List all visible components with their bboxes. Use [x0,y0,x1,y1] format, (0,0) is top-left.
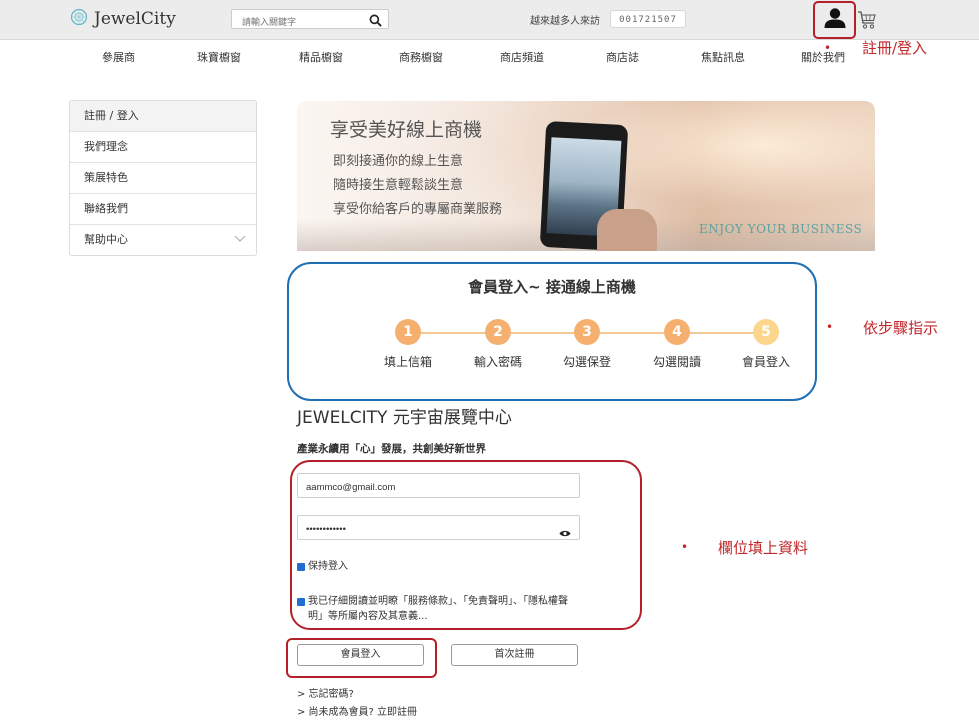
nav-business-window[interactable]: 商務櫥窗 [399,49,443,65]
password-input[interactable] [304,518,548,540]
annotation-fill-fields: 欄位填上資料 [718,539,809,557]
keep-login-label: 保持登入 [308,561,348,572]
annotation-step-guide: 依步驟指示 [863,319,939,337]
sidebar-item-label: 幫助中心 [84,233,128,246]
cart-icon[interactable] [857,8,877,34]
password-field[interactable] [297,515,580,540]
forgot-password-link[interactable]: > 忘記密碼? [297,685,354,700]
member-login-button[interactable]: 會員登入 [297,644,424,666]
terms-checkbox[interactable]: 我已仔細閱讀並明瞭「服務條款」、「免責聲明」、「隱私權聲明」等所屬內容及其意義.… [297,594,582,624]
first-register-button[interactable]: 首次註冊 [451,644,578,666]
banner-line-1: 即刻接通你的線上生意 [333,154,464,169]
banner-line-2: 隨時接生意輕鬆談生意 [333,178,464,193]
chevron-down-icon [234,225,246,255]
sidebar-item-label: 策展特色 [84,171,128,184]
sidebar-item-label: 我們理念 [84,140,128,153]
step-2-badge: 2 [485,319,511,345]
step-3-badge: 3 [574,319,600,345]
sidebar-item-contact[interactable]: 聯絡我們 [70,194,256,225]
jewel-logo-icon [70,8,88,30]
sidebar-item-register-login[interactable]: 註冊 / 登入 [70,101,256,132]
checkbox-checked-icon[interactable] [297,598,305,606]
login-steps-panel: 會員登入~ 接通線上商機 1 2 3 4 5 填上信箱 輸入密碼 勾選保登 勾選… [287,262,817,401]
sidebar-item-philosophy[interactable]: 我們理念 [70,132,256,163]
step-1-label: 填上信箱 [383,355,432,369]
banner-line-3: 享受你給客戶的專屬商業服務 [333,202,503,217]
form-slogan: 產業永續用「心」發展，共創美好新世界 [297,443,486,455]
step-5-label: 會員登入 [741,355,790,369]
annotation-bullet: • [681,540,689,554]
search-icon[interactable] [369,12,382,31]
nav-jewelry-window[interactable]: 珠寶櫥窗 [197,49,241,65]
steps-title: 會員登入~ 接通線上商機 [468,278,636,296]
form-heading: JEWELCITY 元宇宙展覽中心 [297,408,512,428]
step-5-badge: 5 [753,319,779,345]
sidebar-item-label: 註冊 / 登入 [84,109,139,122]
nav-about-us[interactable]: 關於我們 [801,49,845,65]
email-field[interactable] [297,473,580,498]
step-2-label: 輸入密碼 [473,355,522,369]
terms-label: 我已仔細閱讀並明瞭「服務條款」、「免責聲明」、「隱私權聲明」等所屬內容及其意義.… [308,596,568,622]
banner-tagline: ENJOY YOUR BUSINESS [699,222,863,236]
step-1-badge: 1 [395,319,421,345]
promo-banner: 享受美好線上商機 即刻接通你的線上生意 隨時接生意輕鬆談生意 享受你給客戶的專屬… [297,101,875,251]
logo-text: JewelCity [94,9,176,29]
nav-exhibitors[interactable]: 參展商 [102,49,135,65]
hand-image [597,209,657,251]
nav-store-journal[interactable]: 商店誌 [606,49,639,65]
keep-login-checkbox[interactable]: 保持登入 [297,559,348,574]
sidebar-item-features[interactable]: 策展特色 [70,163,256,194]
register-now-link[interactable]: > 尚未成為會員? 立即註冊 [297,703,417,718]
step-3-label: 勾選保登 [562,355,611,369]
user-icon [823,7,847,33]
annotation-bullet: • [826,320,834,334]
search-input[interactable] [240,13,364,31]
visitors-label: 越來越多人來訪 [530,16,600,27]
nav-news[interactable]: 焦點訊息 [701,49,745,65]
banner-title: 享受美好線上商機 [330,119,483,141]
step-4-label: 勾選閱讀 [652,355,701,369]
show-password-eye-icon[interactable] [559,523,571,542]
search-box[interactable] [231,9,389,31]
nav-boutique-window[interactable]: 精品櫥窗 [299,49,343,65]
visitor-counter: 001721507 [610,10,686,28]
sidebar-item-label: 聯絡我們 [84,202,128,215]
logo[interactable]: JewelCity [70,8,176,30]
email-input[interactable] [304,476,548,498]
sidebar-menu: 註冊 / 登入 我們理念 策展特色 聯絡我們 幫助中心 [69,100,257,256]
user-account-button[interactable] [813,1,856,39]
step-4-badge: 4 [664,319,690,345]
nav-store-channel[interactable]: 商店頻道 [500,49,544,65]
sidebar-item-help-center[interactable]: 幫助中心 [70,225,256,255]
checkbox-checked-icon[interactable] [297,563,305,571]
annotation-register-login: 註冊/登入 [862,39,928,57]
